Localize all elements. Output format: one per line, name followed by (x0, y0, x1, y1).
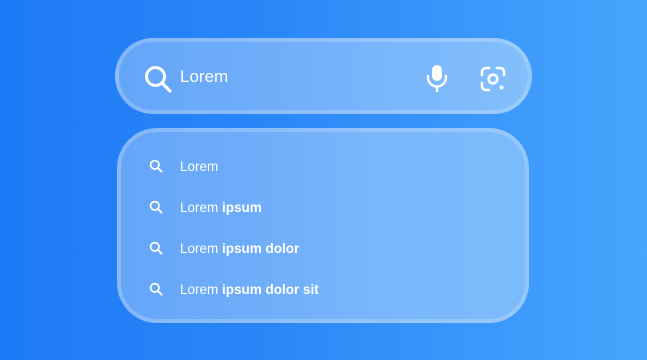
suggestion-text: Lorem ipsum dolor sit (180, 281, 319, 297)
search-input[interactable] (180, 67, 400, 87)
search-bar[interactable] (115, 38, 532, 114)
search-icon (145, 66, 172, 93)
suggestion-item[interactable]: Lorem ipsum (149, 195, 262, 219)
suggestion-item[interactable]: Lorem ipsum dolor (149, 236, 299, 260)
suggestions-panel: Lorem Lorem ipsum Lorem ipsum dolor Lore… (117, 128, 529, 323)
suggestion-text: Lorem (180, 158, 219, 174)
search-icon (149, 241, 163, 255)
suggestion-text: Lorem ipsum dolor (180, 240, 300, 256)
suggestion-item[interactable]: Lorem (149, 154, 218, 178)
search-icon (149, 200, 163, 214)
image-search-icon[interactable] (480, 66, 506, 92)
suggestion-item[interactable]: Lorem ipsum dolor sit (149, 277, 319, 301)
microphone-icon[interactable] (425, 64, 449, 92)
search-icon (149, 159, 163, 173)
suggestion-text: Lorem ipsum (180, 199, 262, 215)
search-icon (149, 282, 163, 296)
